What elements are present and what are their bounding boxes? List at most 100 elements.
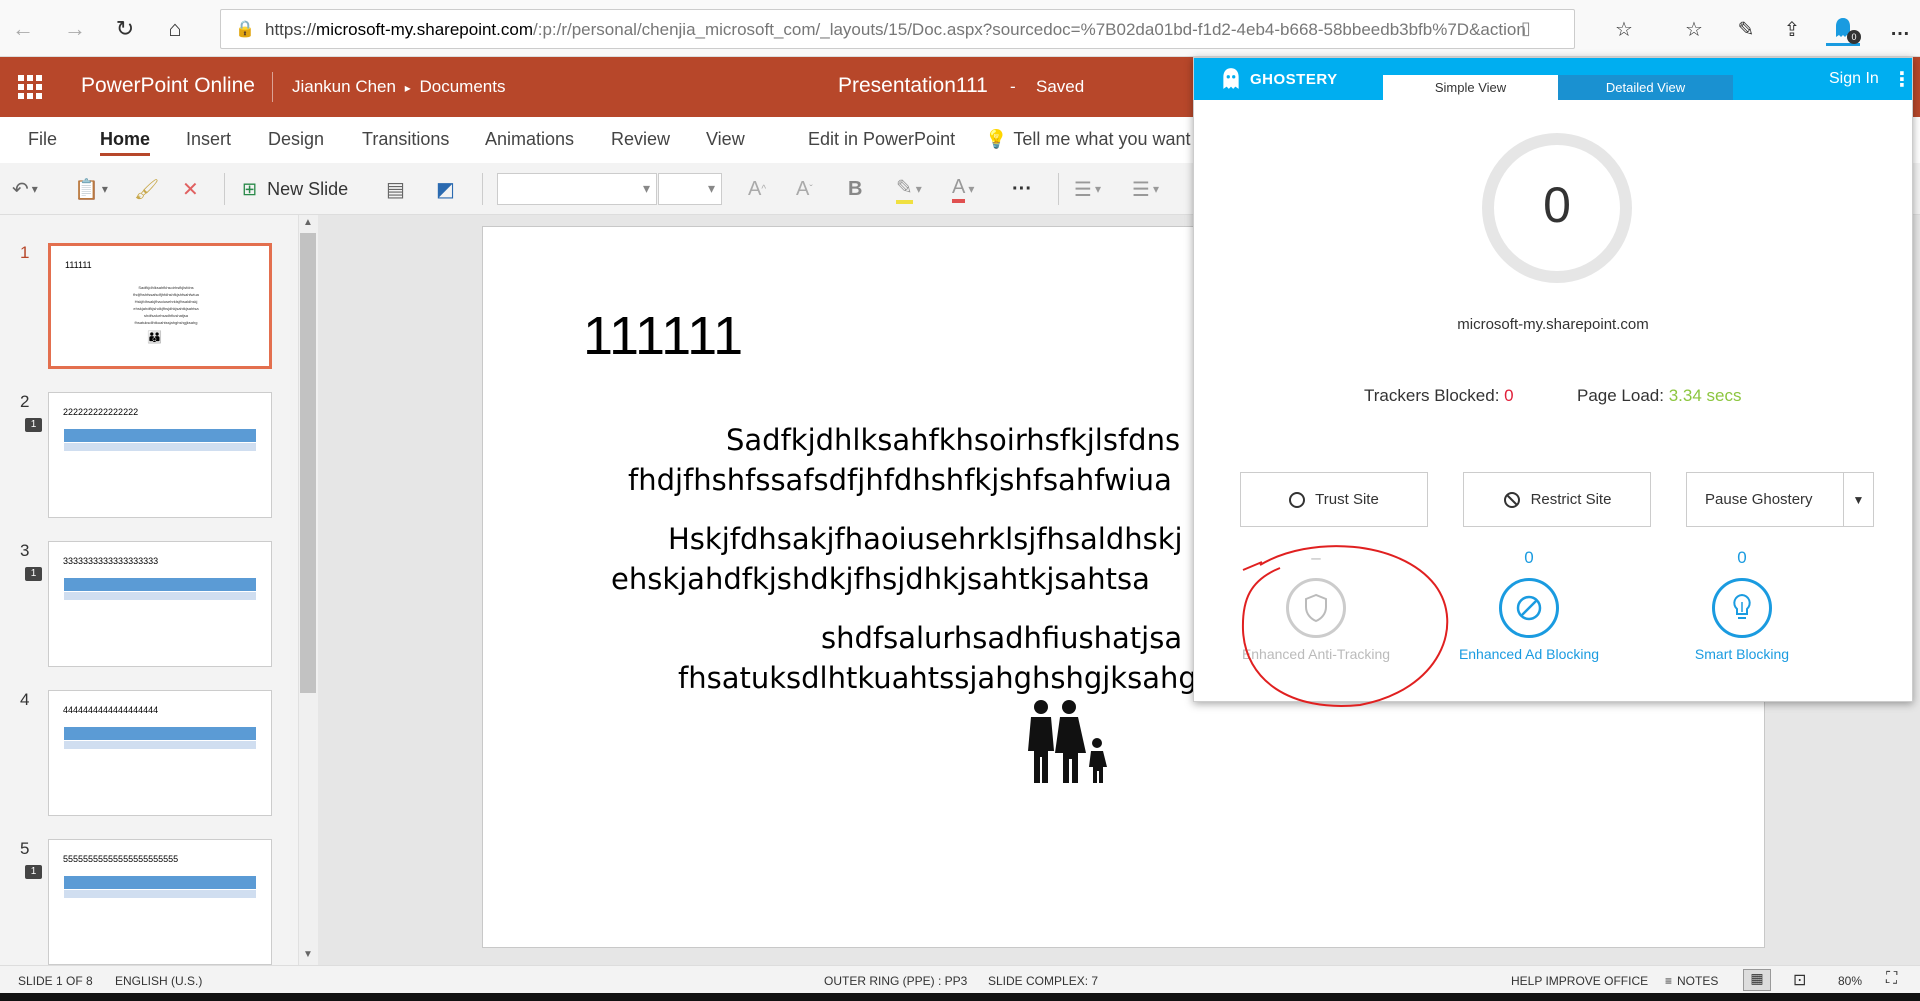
font-family-select[interactable]: ▾: [497, 173, 657, 205]
tracker-count: 0: [1543, 177, 1571, 233]
comment-icon[interactable]: 1: [25, 567, 42, 581]
scroll-up-icon[interactable]: ▲: [303, 217, 313, 228]
thumb-title: 55555555555555555555555: [63, 854, 179, 864]
back-icon[interactable]: ←: [6, 12, 40, 46]
format-painter-icon[interactable]: 🖌: [134, 175, 159, 203]
slide-text-line[interactable]: fhsatuksdlhtkuahtssjahghshgjksahg: [678, 661, 1197, 695]
share-icon[interactable]: ⇪: [1775, 12, 1809, 46]
thumb-title: 3333333333333333333: [63, 556, 159, 566]
home-icon[interactable]: ⌂: [158, 12, 192, 46]
slide-preview[interactable]: 4444444444444444444: [48, 690, 272, 816]
new-slide-button[interactable]: ⊞ New Slide: [242, 175, 348, 203]
site-domain: microsoft-my.sharepoint.com: [1457, 316, 1649, 333]
slide-text-line[interactable]: Hskjfdhsakjfhaoiusehrklsjfhsaldhskj: [668, 522, 1183, 556]
new-slide-icon: ⊞: [242, 178, 258, 199]
scroll-down-icon[interactable]: ▼: [303, 949, 313, 960]
tab-transitions[interactable]: Transitions: [362, 129, 449, 150]
paste-icon[interactable]: 📋 ▾: [74, 175, 108, 203]
forward-icon[interactable]: →: [58, 12, 92, 46]
tab-insert[interactable]: Insert: [186, 129, 231, 150]
restrict-site-button[interactable]: Restrict Site: [1463, 472, 1651, 527]
tab-detailed-view[interactable]: Detailed View: [1558, 75, 1733, 100]
tab-home[interactable]: Home: [100, 129, 151, 156]
kebab-menu-icon[interactable]: ⋮: [1892, 67, 1912, 92]
fit-slide-icon[interactable]: ⛶: [1886, 970, 1897, 988]
tracker-badge: 0: [1847, 30, 1861, 44]
layout-icon[interactable]: ▤: [386, 175, 405, 203]
address-bar[interactable]: 🔒 https://microsoft-my.sharepoint.com/:p…: [220, 9, 1575, 49]
bold-icon[interactable]: B: [848, 175, 862, 203]
trust-site-button[interactable]: Trust Site: [1240, 472, 1428, 527]
grow-font-icon[interactable]: A ^: [748, 175, 766, 203]
app-launcher-icon[interactable]: [18, 75, 42, 99]
ghostery-extension-icon[interactable]: 0: [1826, 12, 1861, 46]
smart-blocking-toggle[interactable]: 0 Smart Blocking: [1637, 548, 1847, 662]
pen-icon[interactable]: ✎: [1729, 12, 1763, 46]
tab-simple-view[interactable]: Simple View: [1383, 75, 1558, 100]
reading-view-icon[interactable]: ▯: [1521, 18, 1531, 39]
presentation-name[interactable]: Presentation111: [838, 74, 988, 98]
slide-text-line[interactable]: shdfsalurhsadhfiushatjsa: [821, 621, 1182, 655]
help-improve-office-link[interactable]: HELP IMPROVE OFFICE: [1511, 974, 1648, 988]
red-annotation-circle: [1241, 545, 1449, 707]
language-indicator[interactable]: ENGLISH (U.S.): [115, 974, 202, 988]
font-size-select[interactable]: ▾: [658, 173, 722, 205]
normal-view-icon[interactable]: ▦: [1743, 969, 1771, 991]
feature-circle[interactable]: [1499, 578, 1559, 638]
slide-number: 5: [20, 839, 30, 858]
feature-label: Smart Blocking: [1694, 646, 1790, 662]
browser-toolbar: ← → ↻ ⌂ 🔒 https://microsoft-my.sharepoin…: [0, 0, 1920, 57]
shrink-font-icon[interactable]: Aˇ: [796, 175, 813, 203]
slide-number: 1: [20, 243, 30, 262]
breadcrumb-folder[interactable]: Documents: [419, 77, 505, 96]
slide-preview[interactable]: 111111 Sadfkjdhlksahfkhsoirhsfkjlsfdns fh…: [48, 243, 272, 369]
tell-me-search[interactable]: 💡 Tell me what you want t: [985, 129, 1201, 150]
thumb-table: [64, 578, 256, 602]
refresh-icon[interactable]: ↻: [108, 12, 142, 46]
tab-review[interactable]: Review: [611, 129, 670, 150]
more-options-icon[interactable]: ···: [1012, 175, 1032, 203]
pause-ghostery-button[interactable]: Pause Ghostery ▼: [1686, 472, 1874, 527]
slide-preview[interactable]: 222222222222222: [48, 392, 272, 518]
title-dash: -: [1010, 77, 1016, 96]
tab-animations[interactable]: Animations: [485, 129, 574, 150]
format-background-icon[interactable]: ◩: [436, 175, 455, 203]
tab-view[interactable]: View: [706, 129, 745, 150]
slide-preview[interactable]: 55555555555555555555555: [48, 839, 272, 965]
favorite-star-icon[interactable]: ☆: [1607, 12, 1641, 46]
slide-text-line[interactable]: fhdjfhshfssafsdfjhfdhshfkjshfsahfwiua: [628, 463, 1172, 497]
delete-icon[interactable]: ✕: [182, 175, 199, 203]
breadcrumb-user[interactable]: Jiankun Chen: [292, 77, 396, 96]
slide-title[interactable]: 111111: [583, 305, 743, 367]
tab-design[interactable]: Design: [268, 129, 324, 150]
slide-preview[interactable]: 3333333333333333333: [48, 541, 272, 667]
url-text: https://microsoft-my.sharepoint.com/:p:/…: [265, 20, 1525, 39]
notes-button[interactable]: ≡ NOTES: [1665, 974, 1718, 988]
slide-text-line[interactable]: Sadfkjdhlksahfkhsoirhsfkjlsfdns: [726, 423, 1180, 457]
scrollbar-thumb[interactable]: [300, 233, 316, 693]
thumb-table: [64, 876, 256, 900]
edit-in-powerpoint[interactable]: Edit in PowerPoint: [808, 129, 955, 150]
family-icon[interactable]: [1023, 699, 1123, 785]
slide-number: 4: [20, 690, 30, 709]
slide-text-line[interactable]: ehskjahdfkjshdkjfhsjdhkjsahtkjsahtsa: [611, 562, 1150, 596]
comment-icon[interactable]: 1: [25, 865, 42, 879]
feature-circle[interactable]: [1712, 578, 1772, 638]
app-name[interactable]: PowerPoint Online: [81, 74, 255, 98]
font-color-icon[interactable]: A ▾: [952, 175, 974, 203]
more-menu-icon[interactable]: …: [1883, 12, 1917, 46]
toolbar-separator: [1058, 173, 1059, 205]
outer-ring-label: OUTER RING (PPE) : PP3: [824, 974, 968, 988]
zoom-level[interactable]: 80%: [1838, 974, 1862, 988]
numbering-icon[interactable]: ☰ ▾: [1132, 175, 1159, 203]
ghost-icon: [1223, 68, 1239, 89]
undo-icon[interactable]: ↶ ▾: [12, 175, 38, 203]
comment-icon[interactable]: 1: [25, 418, 42, 432]
tab-file[interactable]: File: [28, 129, 57, 150]
slide-show-icon[interactable]: ⊡: [1793, 970, 1806, 990]
highlight-icon[interactable]: ✎ ▾: [896, 175, 922, 204]
chevron-down-icon[interactable]: ▼: [1843, 473, 1873, 526]
bullets-icon[interactable]: ☰ ▾: [1074, 175, 1101, 203]
sign-in-link[interactable]: Sign In: [1829, 70, 1879, 88]
favorites-list-icon[interactable]: ☆: [1677, 12, 1711, 46]
